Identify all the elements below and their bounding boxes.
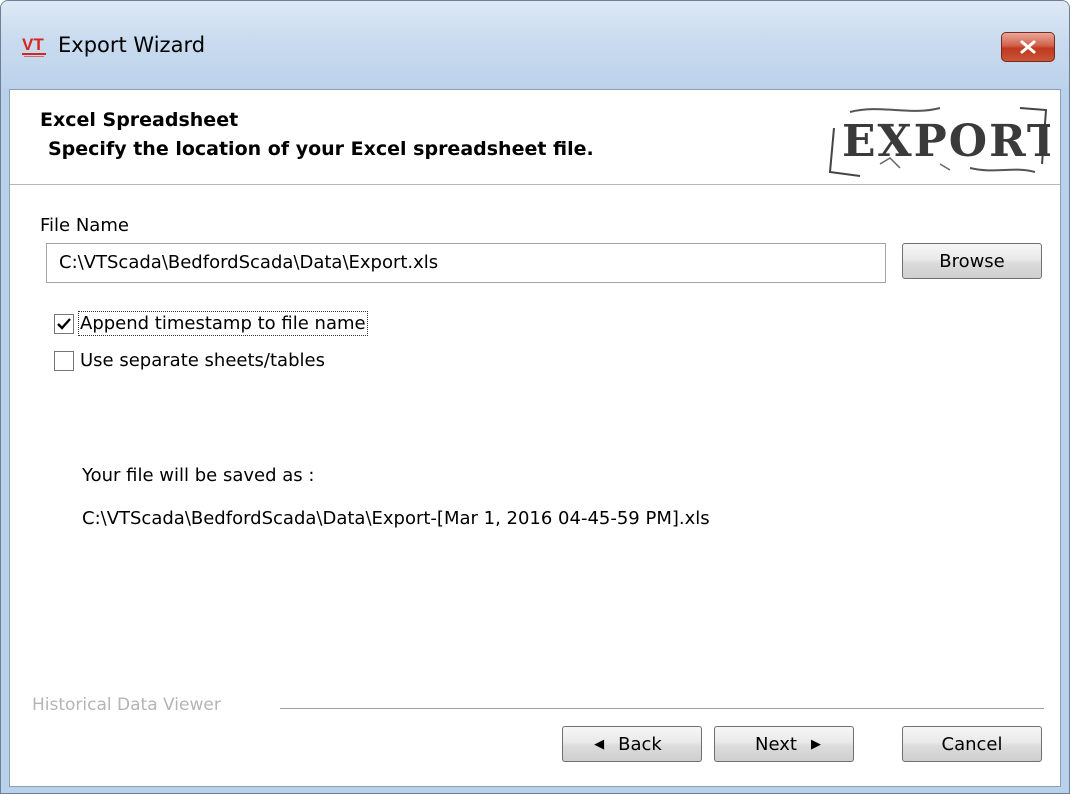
left-arrow-icon: ◀ xyxy=(594,736,605,752)
checkmark-icon xyxy=(57,317,71,330)
saved-as-path: C:\VTScada\BedfordScada\Data\Export-[Mar… xyxy=(82,508,710,529)
export-wizard-window: VT Export Wizard Excel Spreadsheet Speci… xyxy=(0,0,1070,794)
group-label: Historical Data Viewer xyxy=(32,695,227,715)
stamp-text: EXPORT xyxy=(842,116,1050,167)
wizard-client-area: Excel Spreadsheet Specify the location o… xyxy=(9,89,1061,787)
append-timestamp-label[interactable]: Append timestamp to file name xyxy=(78,311,368,336)
saved-as-label: Your file will be saved as : xyxy=(82,465,315,486)
close-icon xyxy=(1020,40,1036,54)
back-button-label: Back xyxy=(618,733,662,755)
export-stamp-icon: EXPORT xyxy=(828,107,1050,177)
browse-button[interactable]: Browse xyxy=(902,243,1042,279)
append-timestamp-checkbox[interactable] xyxy=(54,313,74,334)
window-title: Export Wizard xyxy=(58,33,206,57)
file-name-input[interactable]: C:\VTScada\BedfordScada\Data\Export.xls xyxy=(46,243,886,283)
logo-text: VT xyxy=(22,35,44,54)
back-button[interactable]: ◀ Back xyxy=(562,726,702,762)
page-subtitle: Specify the location of your Excel sprea… xyxy=(48,138,594,160)
next-button[interactable]: Next ▶ xyxy=(714,726,854,762)
separate-sheets-checkbox[interactable] xyxy=(54,350,74,371)
file-name-label: File Name xyxy=(40,215,129,236)
append-timestamp-option[interactable]: Append timestamp to file name xyxy=(54,311,368,336)
cancel-button[interactable]: Cancel xyxy=(902,726,1042,762)
close-button[interactable] xyxy=(1001,32,1055,62)
separate-sheets-option[interactable]: Use separate sheets/tables xyxy=(54,350,325,371)
vtscada-logo-icon: VT xyxy=(22,35,46,57)
wizard-header: Excel Spreadsheet Specify the location o… xyxy=(10,90,1060,185)
right-arrow-icon: ▶ xyxy=(810,736,821,752)
page-title: Excel Spreadsheet xyxy=(40,109,239,131)
group-divider xyxy=(280,708,1044,709)
title-bar[interactable]: VT Export Wizard xyxy=(1,1,1069,89)
next-button-label: Next xyxy=(755,733,797,755)
separate-sheets-label[interactable]: Use separate sheets/tables xyxy=(80,350,325,371)
